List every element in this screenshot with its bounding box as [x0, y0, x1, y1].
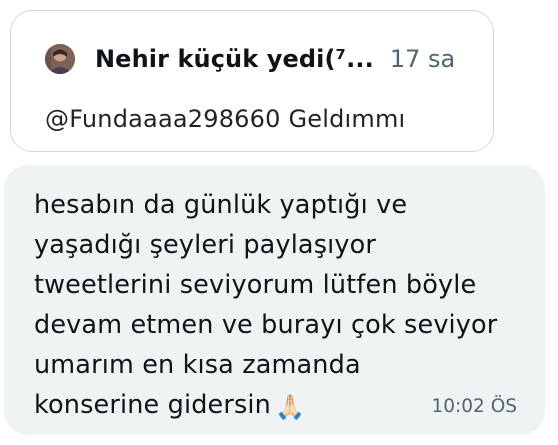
message-body: hesabın da günlük yaptığı ve yaşadığı şe…	[34, 190, 498, 420]
author-name[interactable]: Nehir küçük yedi(⁷...	[95, 45, 374, 73]
quoted-tweet-body: Geldımmı	[288, 105, 406, 133]
message-bubble[interactable]: hesabın da günlük yaptığı ve yaşadığı şe…	[4, 165, 545, 435]
dm-conversation: Nehir küçük yedi(⁷... 17 sa @Fundaaaa298…	[0, 0, 558, 445]
message-text: hesabın da günlük yaptığı ve yaşadığı şe…	[34, 185, 534, 427]
mention-link[interactable]: @Fundaaaa298660	[45, 105, 281, 133]
quoted-tweet-card[interactable]: Nehir küçük yedi(⁷... 17 sa @Fundaaaa298…	[10, 10, 494, 152]
tweet-timestamp[interactable]: 17 sa	[390, 45, 455, 73]
avatar-image	[45, 44, 75, 74]
avatar[interactable]	[45, 44, 75, 74]
quoted-tweet-header: Nehir küçük yedi(⁷... 17 sa	[45, 41, 455, 77]
quoted-tweet-text: @Fundaaaa298660 Geldımmı	[45, 105, 405, 133]
folded-hands-icon: 🙏🏻	[274, 393, 306, 421]
message-timestamp: 10:02 ÖS	[431, 396, 518, 417]
